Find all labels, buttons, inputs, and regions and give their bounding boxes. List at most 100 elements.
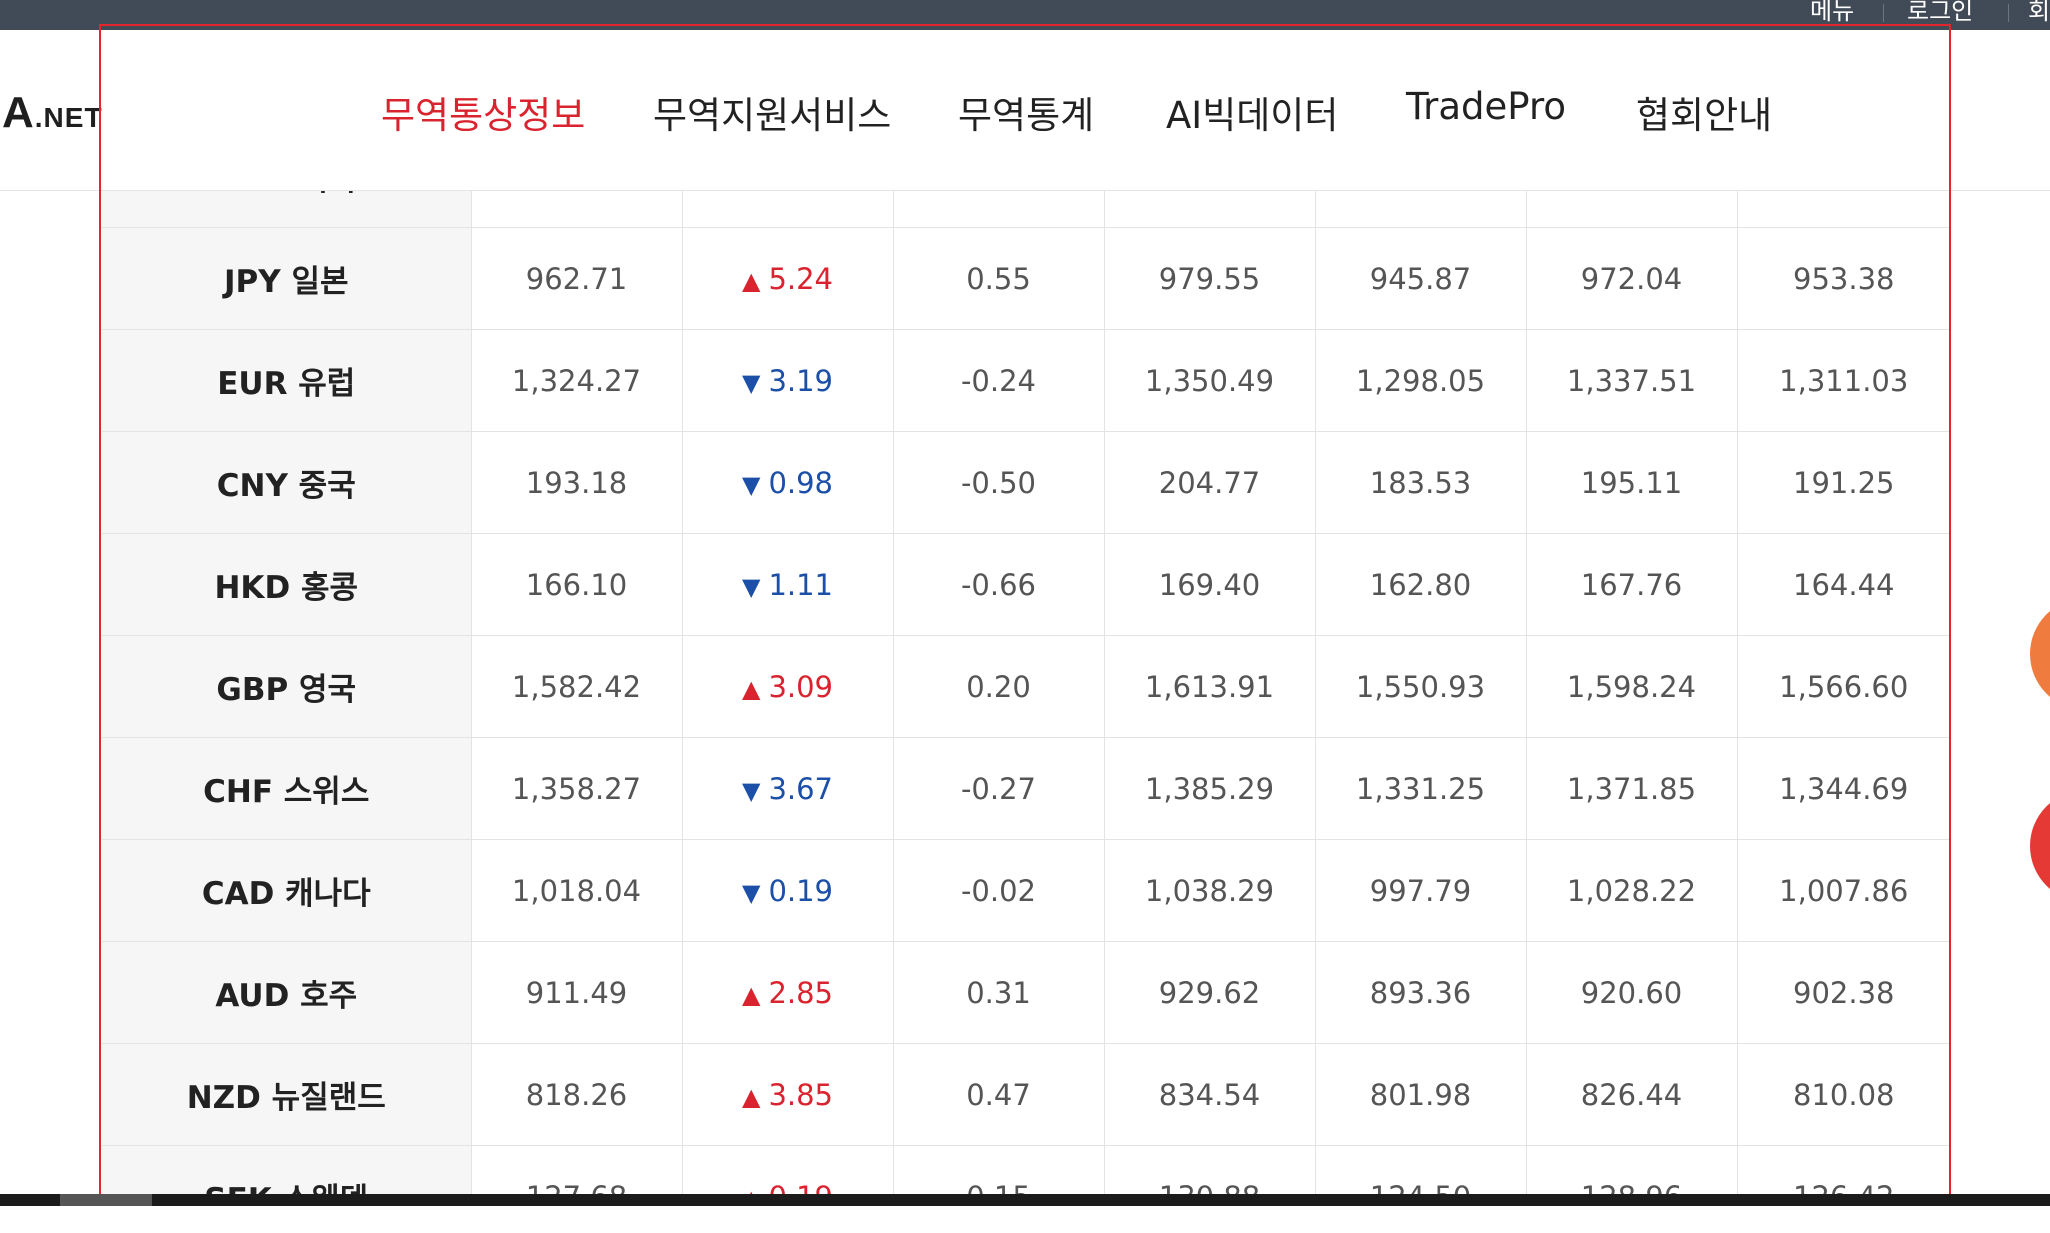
rate-cell: -0.66 [893, 533, 1105, 636]
table-row: JPY 일본 962.71 ▲ 5.24 0.55 979.55 945.87 972.04 9… [102, 227, 1950, 330]
rate-cell: -0.27 [893, 737, 1105, 840]
currency-cell: HKD 홍콩 [102, 533, 472, 636]
currency-cell: CHF 스위스 [102, 737, 472, 840]
scrollbar-thumb[interactable] [60, 1194, 152, 1206]
utility-divider [2008, 4, 2009, 22]
floating-button-red[interactable] [2030, 790, 2050, 902]
receive-cell: 1,344.69 [1737, 737, 1950, 840]
change-cell: ▲ 5.24 [682, 227, 894, 330]
currency-cell: EUR 유럽 [102, 329, 472, 432]
rate-cell: 0.31 [893, 941, 1105, 1044]
utility-bar: 메뉴 로그인 회 [0, 0, 2050, 30]
change-value: 3.19 [768, 363, 834, 398]
rate-cell: -0.02 [893, 839, 1105, 942]
change-cell: ▲ 2.85 [682, 941, 894, 1044]
send-cell: 920.60 [1526, 941, 1738, 1044]
send-cell: 1,337.51 [1526, 329, 1738, 432]
cash-sell-cell: 893.36 [1315, 941, 1527, 1044]
send-cell: 1,028.22 [1526, 839, 1738, 942]
currency-cell: AUD 호주 [102, 941, 472, 1044]
rate-cell: -0.24 [893, 329, 1105, 432]
utility-link-extra[interactable]: 회 [2028, 0, 2050, 26]
nav-trade-info[interactable]: 무역통상정보 [381, 85, 585, 139]
change-cell: ▼ 1.11 [682, 533, 894, 636]
change-cell: ▲ 3.09 [682, 635, 894, 738]
cash-buy-cell: 169.40 [1104, 533, 1316, 636]
nav-tradepro[interactable]: TradePro [1406, 85, 1566, 128]
cash-buy-cell: 1,038.29 [1104, 839, 1316, 942]
table-row: NZD 뉴질랜드 818.26 ▲ 3.85 0.47 834.54 801.98 826.4… [102, 1043, 1950, 1146]
table-row: CNY 중국 193.18 ▼ 0.98 -0.50 204.77 183.53 195.11… [102, 431, 1950, 534]
cash-buy-cell: 1,350.49 [1104, 329, 1316, 432]
floating-button-orange[interactable] [2030, 598, 2050, 710]
base-cell: 166.10 [471, 533, 683, 636]
table-row: EUR 유럽 1,324.27 ▼ 3.19 -0.24 1,350.49 1,298.05… [102, 329, 1950, 432]
table-row: HKD 홍콩 166.10 ▼ 1.11 -0.66 169.40 162.80 167.76… [102, 533, 1950, 636]
cash-sell-cell: 801.98 [1315, 1043, 1527, 1146]
send-cell: 972.04 [1526, 227, 1738, 330]
exchange-rate-table-container: USD 미국1,303.80▲3.700.061,326.611,280.991… [102, 126, 1950, 1206]
nav-trade-stats[interactable]: 무역통계 [958, 85, 1094, 139]
receive-cell: 902.38 [1737, 941, 1950, 1044]
base-cell: 1,358.27 [471, 737, 683, 840]
up-triangle-icon: ▲ [741, 266, 761, 295]
currency-cell: GBP 영국 [102, 635, 472, 738]
nav-about[interactable]: 협회안내 [1636, 85, 1772, 139]
change-cell: ▼ 0.98 [682, 431, 894, 534]
currency-cell: JPY 일본 [102, 227, 472, 330]
cash-buy-cell: 834.54 [1104, 1043, 1316, 1146]
rate-cell: 0.20 [893, 635, 1105, 738]
receive-cell: 810.08 [1737, 1043, 1950, 1146]
send-cell: 1,598.24 [1526, 635, 1738, 738]
base-cell: 818.26 [471, 1043, 683, 1146]
up-triangle-icon: ▲ [741, 1082, 761, 1111]
base-cell: 911.49 [471, 941, 683, 1044]
change-value: 3.09 [768, 669, 834, 704]
down-triangle-icon: ▼ [741, 572, 761, 601]
table-row: CAD 캐나다 1,018.04 ▼ 0.19 -0.02 1,038.29 997.79 1… [102, 839, 1950, 942]
receive-cell: 953.38 [1737, 227, 1950, 330]
login-link[interactable]: 로그인 [1907, 0, 1973, 26]
receive-cell: 1,566.60 [1737, 635, 1950, 738]
table-row: AUD 호주 911.49 ▲ 2.85 0.31 929.62 893.36 920.60 9… [102, 941, 1950, 1044]
nav-ai-bigdata[interactable]: AI빅데이터 [1166, 85, 1338, 139]
table-row: CHF 스위스 1,358.27 ▼ 3.67 -0.27 1,385.29 1,331.2… [102, 737, 1950, 840]
receive-cell: 1,311.03 [1737, 329, 1950, 432]
rate-cell: -0.50 [893, 431, 1105, 534]
change-cell: ▼ 3.19 [682, 329, 894, 432]
change-value: 5.24 [768, 261, 834, 296]
nav-trade-support[interactable]: 무역지원서비스 [653, 85, 891, 139]
change-cell: ▼ 0.19 [682, 839, 894, 942]
base-cell: 962.71 [471, 227, 683, 330]
change-cell: ▲ 3.85 [682, 1043, 894, 1146]
currency-cell: NZD 뉴질랜드 [102, 1043, 472, 1146]
change-value: 3.85 [768, 1077, 834, 1112]
currency-cell: CAD 캐나다 [102, 839, 472, 942]
base-cell: 1,582.42 [471, 635, 683, 738]
receive-cell: 164.44 [1737, 533, 1950, 636]
cash-buy-cell: 204.77 [1104, 431, 1316, 534]
send-cell: 1,371.85 [1526, 737, 1738, 840]
send-cell: 167.76 [1526, 533, 1738, 636]
horizontal-scrollbar[interactable] [0, 1194, 2050, 1206]
change-cell: ▼ 3.67 [682, 737, 894, 840]
cash-sell-cell: 162.80 [1315, 533, 1527, 636]
sitemap-link[interactable]: 메뉴 [1810, 0, 1854, 26]
up-triangle-icon: ▲ [741, 980, 761, 1009]
exchange-rate-table: USD 미국1,303.80▲3.700.061,326.611,280.991… [102, 126, 1950, 1206]
up-triangle-icon: ▲ [741, 674, 761, 703]
base-cell: 193.18 [471, 431, 683, 534]
down-triangle-icon: ▼ [741, 776, 761, 805]
rate-cell: 0.47 [893, 1043, 1105, 1146]
cash-sell-cell: 945.87 [1315, 227, 1527, 330]
receive-cell: 191.25 [1737, 431, 1950, 534]
table-row: GBP 영국 1,582.42 ▲ 3.09 0.20 1,613.91 1,550.93 1… [102, 635, 1950, 738]
down-triangle-icon: ▼ [741, 878, 761, 907]
cash-sell-cell: 1,550.93 [1315, 635, 1527, 738]
utility-divider [1883, 4, 1884, 22]
change-value: 2.85 [768, 975, 834, 1010]
change-value: 1.11 [768, 567, 834, 602]
cash-buy-cell: 1,385.29 [1104, 737, 1316, 840]
send-cell: 826.44 [1526, 1043, 1738, 1146]
currency-cell: CNY 중국 [102, 431, 472, 534]
